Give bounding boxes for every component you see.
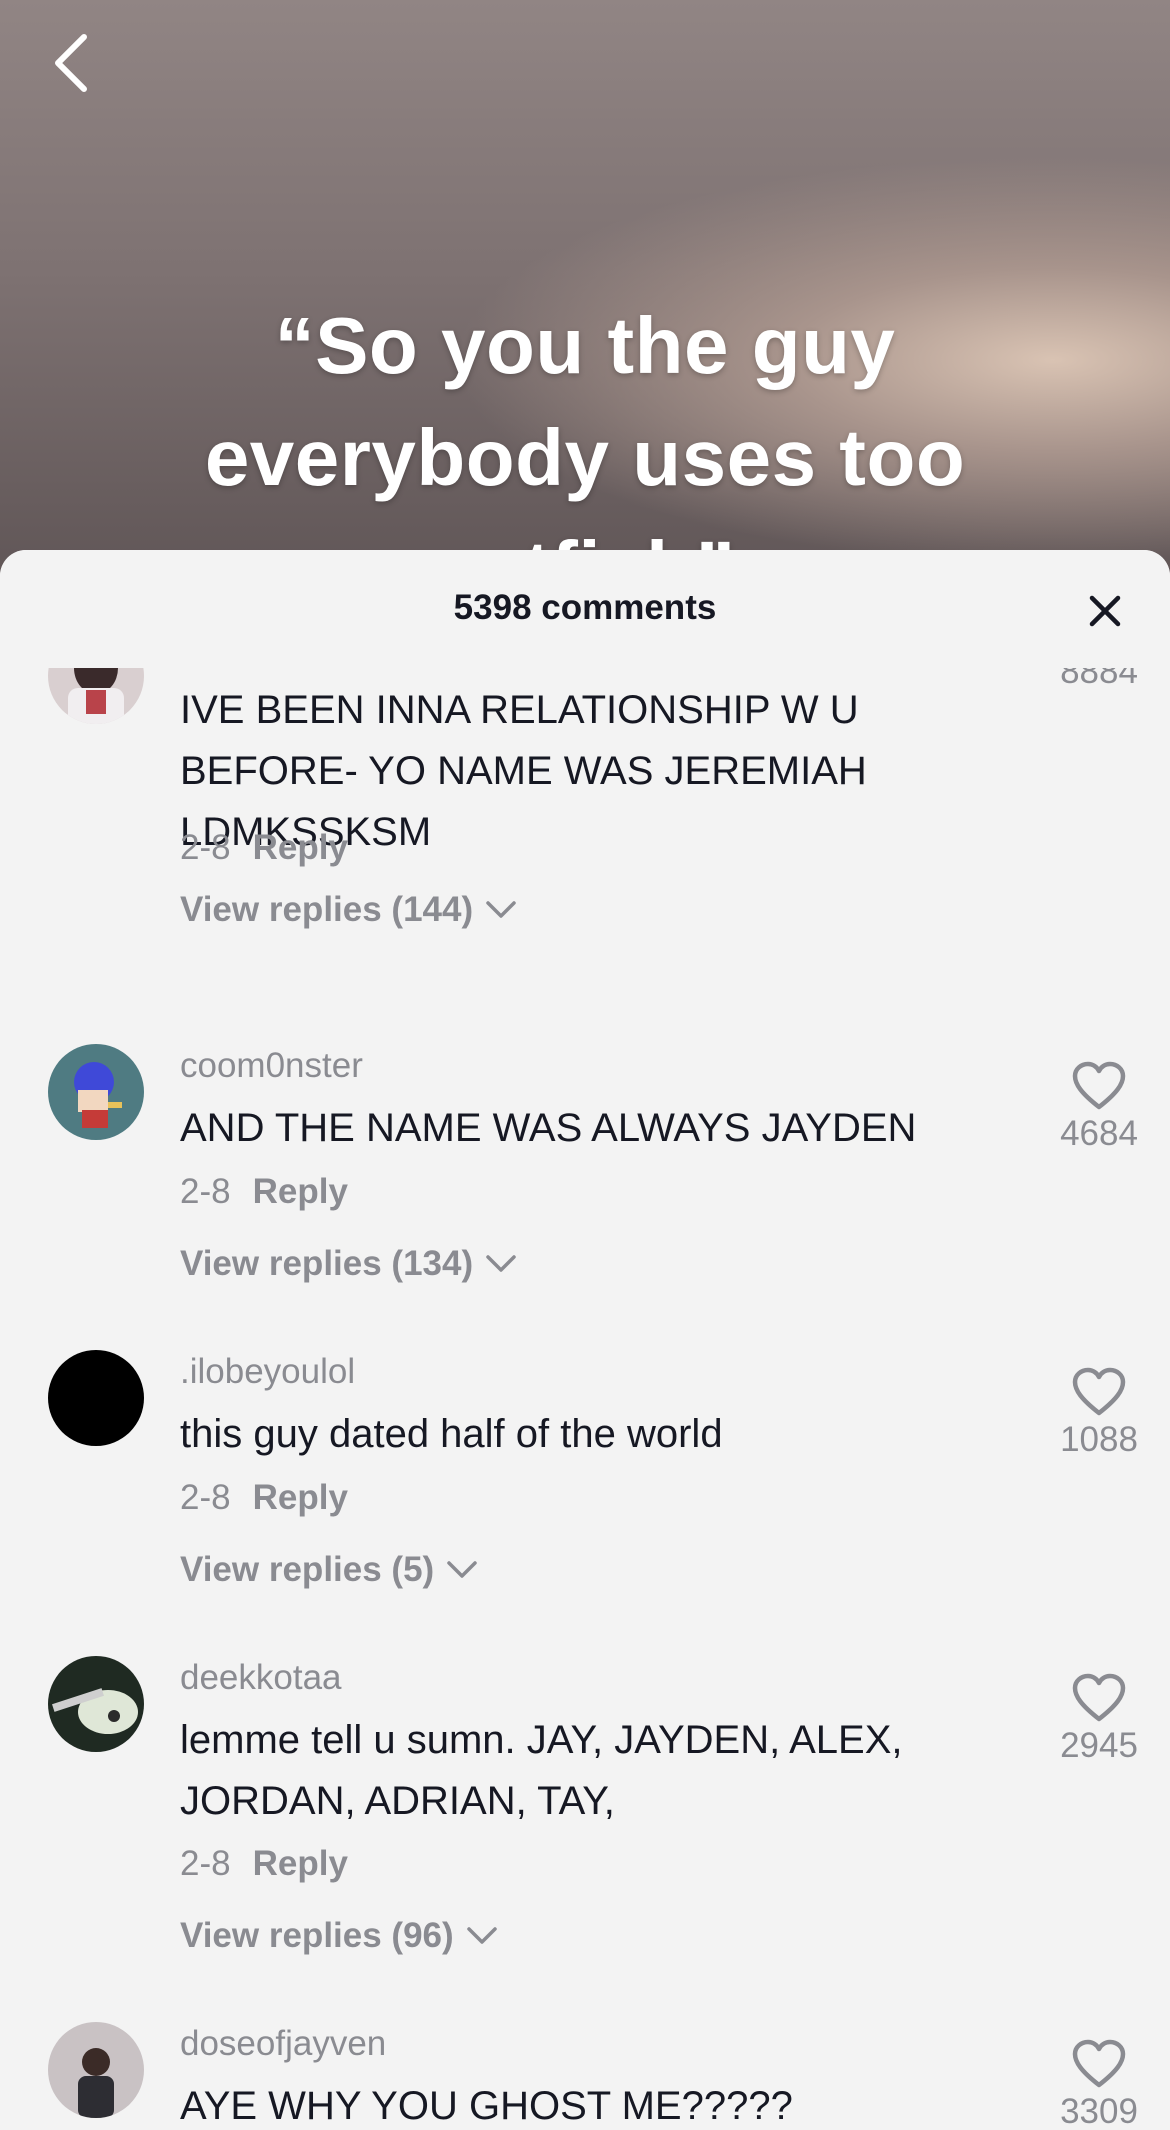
chevron-down-icon bbox=[447, 1561, 477, 1578]
reply-button[interactable]: Reply bbox=[253, 1844, 348, 1883]
heart-outline-icon bbox=[1072, 1367, 1126, 1416]
comment-meta: 2-8 Reply bbox=[180, 1478, 348, 1518]
back-button[interactable] bbox=[40, 28, 100, 98]
comment-count: 5398 comments bbox=[453, 588, 717, 627]
comment-text: AND THE NAME WAS ALWAYS JAYDEN bbox=[180, 1106, 917, 1150]
comment-date: 2-8 bbox=[180, 828, 231, 867]
comments-header: 5398 comments bbox=[0, 550, 1170, 668]
comment-meta: 2-8 Reply bbox=[180, 1844, 348, 1884]
view-replies-label: View replies (144) bbox=[180, 890, 474, 929]
comment-date: 2-8 bbox=[180, 1172, 231, 1211]
caption-line-2: everybody uses too bbox=[204, 413, 966, 502]
like-count: 4684 bbox=[1060, 1114, 1138, 1153]
like-button[interactable]: 3309 bbox=[1040, 2038, 1158, 2130]
comment-text: lemme tell u sumn. JAY, JAYDEN, ALEX, JO… bbox=[180, 1718, 903, 1823]
view-replies-button[interactable]: View replies (96) bbox=[180, 1916, 498, 1956]
comment-item: IVE BEEN INNA RELATIONSHIP W U BEFORE- Y… bbox=[0, 668, 1170, 938]
like-button[interactable]: 8884 bbox=[1040, 668, 1158, 692]
view-replies-label: View replies (96) bbox=[180, 1916, 454, 1955]
close-icon bbox=[1089, 595, 1121, 627]
comment-username[interactable]: .ilobeyoulol bbox=[180, 1352, 355, 1392]
comment-meta: 2-8 Reply bbox=[180, 1172, 348, 1212]
like-count: 1088 bbox=[1060, 1420, 1138, 1459]
view-replies-label: View replies (134) bbox=[180, 1244, 474, 1283]
comment-meta: 2-8 Reply bbox=[180, 828, 348, 868]
comment-text: AYE WHY YOU GHOST ME????? bbox=[180, 2084, 793, 2128]
video-background[interactable]: “So you the guy everybody uses too catfi… bbox=[0, 0, 1170, 614]
comments-sheet: 5398 comments IVE BEEN INNA RELATIONSHIP… bbox=[0, 550, 1170, 2130]
comment-username[interactable]: coom0nster bbox=[180, 1046, 363, 1086]
avatar[interactable] bbox=[48, 2022, 144, 2118]
chevron-down-icon bbox=[486, 1255, 516, 1272]
comment-username[interactable]: doseofjayven bbox=[180, 2024, 386, 2064]
heart-outline-icon bbox=[1072, 1673, 1126, 1722]
avatar[interactable] bbox=[48, 1656, 144, 1752]
avatar[interactable] bbox=[48, 1044, 144, 1140]
comments-screen: “So you the guy everybody uses too catfi… bbox=[0, 0, 1170, 2130]
view-replies-button[interactable]: View replies (5) bbox=[180, 1550, 478, 1590]
view-replies-button[interactable]: View replies (134) bbox=[180, 1244, 517, 1284]
avatar[interactable] bbox=[48, 1350, 144, 1446]
comment-username[interactable]: deekkotaa bbox=[180, 1658, 342, 1698]
comment-date: 2-8 bbox=[180, 1478, 231, 1517]
reply-button[interactable]: Reply bbox=[253, 828, 348, 867]
like-count: 8884 bbox=[1060, 668, 1138, 691]
chevron-left-icon bbox=[55, 34, 87, 92]
like-button[interactable]: 2945 bbox=[1040, 1672, 1158, 1766]
view-replies-label: View replies (5) bbox=[180, 1550, 435, 1589]
avatar[interactable] bbox=[48, 668, 144, 724]
view-replies-button[interactable]: View replies (144) bbox=[180, 890, 517, 930]
comment-item: doseofjayven AYE WHY YOU GHOST ME????? 3… bbox=[0, 668, 1170, 2130]
comment-date: 2-8 bbox=[180, 1844, 231, 1883]
close-button[interactable] bbox=[1080, 586, 1130, 636]
chevron-down-icon bbox=[466, 1927, 497, 1944]
like-button[interactable]: 4684 bbox=[1040, 1060, 1158, 1154]
like-count: 3309 bbox=[1060, 2092, 1138, 2130]
comment-list[interactable]: IVE BEEN INNA RELATIONSHIP W U BEFORE- Y… bbox=[0, 668, 1170, 2130]
like-button[interactable]: 1088 bbox=[1040, 1366, 1158, 1460]
reply-button[interactable]: Reply bbox=[253, 1172, 348, 1211]
caption-line-1: “So you the guy bbox=[274, 301, 896, 390]
heart-outline-icon bbox=[1072, 2039, 1126, 2088]
comment-text: this guy dated half of the world bbox=[180, 1412, 723, 1456]
like-count: 2945 bbox=[1060, 1726, 1138, 1765]
reply-button[interactable]: Reply bbox=[253, 1478, 348, 1517]
heart-outline-icon bbox=[1072, 1061, 1126, 1110]
chevron-down-icon bbox=[486, 901, 516, 918]
